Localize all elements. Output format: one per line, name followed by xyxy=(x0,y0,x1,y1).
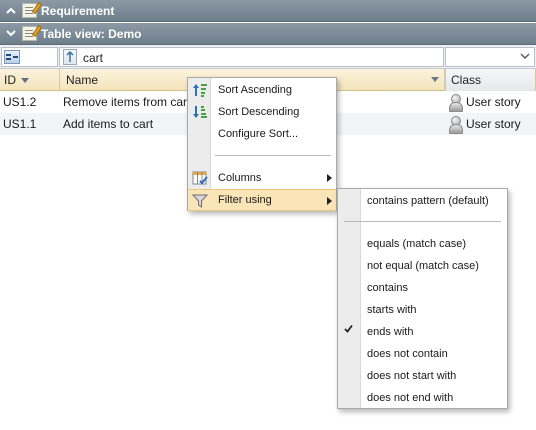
requirement-document-icon xyxy=(22,1,43,18)
row-id: US1.2 xyxy=(3,95,37,109)
menu-item-label: contains pattern (default) xyxy=(367,195,489,207)
row-class-label: User story xyxy=(466,117,521,131)
filter-option-contains[interactable]: contains xyxy=(338,277,507,299)
class-filter-dropdown[interactable] xyxy=(445,47,535,67)
row-class: User story xyxy=(448,91,521,113)
menu-item-label: equals (match case) xyxy=(367,238,467,250)
requirement-panel-header[interactable]: Requirement xyxy=(0,0,536,22)
menu-item-label: Filter using xyxy=(218,194,272,206)
column-context-menu: Sort Ascending Sort Descending Configure… xyxy=(187,77,337,211)
menu-item-label: Configure Sort... xyxy=(218,128,299,140)
id-filter-field[interactable] xyxy=(1,47,58,67)
column-menu-dropdown-icon[interactable] xyxy=(431,74,439,84)
chevron-up-icon[interactable] xyxy=(0,0,22,22)
filter-option-contains-pattern[interactable]: contains pattern (default) xyxy=(338,190,507,212)
requirement-panel-title: Requirement xyxy=(41,3,115,18)
row-name: Add items to cart xyxy=(63,117,154,131)
sort-ascending-icon xyxy=(192,82,208,98)
menu-item-label: does not contain xyxy=(367,348,448,360)
filter-option-does-not-start-with[interactable]: does not start with xyxy=(338,365,507,387)
filter-bar: cart xyxy=(0,45,536,69)
filter-option-does-not-contain[interactable]: does not contain xyxy=(338,343,507,365)
filter-mode-button[interactable] xyxy=(4,50,20,64)
user-story-icon xyxy=(448,116,463,134)
filter-option-does-not-end-with[interactable]: does not end with xyxy=(338,387,507,409)
submenu-arrow-icon xyxy=(327,174,332,182)
menu-separator xyxy=(215,155,331,156)
menu-item-filter-using[interactable]: Filter using xyxy=(188,189,336,211)
row-class-label: User story xyxy=(466,95,521,109)
menu-item-configure-sort[interactable]: Configure Sort... xyxy=(188,123,336,145)
menu-item-sort-ascending[interactable]: Sort Ascending xyxy=(188,79,336,101)
table-view-document-icon xyxy=(22,24,43,41)
column-header-name-label: Name xyxy=(66,73,99,87)
column-header-class[interactable]: Class xyxy=(445,69,536,91)
columns-icon xyxy=(192,170,208,186)
sort-descending-icon xyxy=(192,104,208,120)
name-filter-field[interactable]: cart xyxy=(59,47,444,67)
menu-item-label: Sort Ascending xyxy=(218,84,292,96)
filter-option-not-equal[interactable]: not equal (match case) xyxy=(338,255,507,277)
filter-option-equals[interactable]: equals (match case) xyxy=(338,233,507,255)
menu-item-columns[interactable]: Columns xyxy=(188,167,336,189)
menu-item-label: not equal (match case) xyxy=(367,260,479,272)
menu-item-label: Columns xyxy=(218,172,262,184)
name-filter-value: cart xyxy=(83,51,104,65)
sort-down-arrow-icon xyxy=(21,76,29,85)
menu-item-label: does not start with xyxy=(367,370,457,382)
user-story-icon xyxy=(448,94,463,112)
row-name: Remove items from cart xyxy=(63,95,191,109)
filter-option-starts-with[interactable]: starts with xyxy=(338,299,507,321)
column-header-id[interactable]: ID xyxy=(0,69,60,91)
checkmark-icon xyxy=(344,324,353,336)
chevron-down-icon[interactable] xyxy=(520,51,530,62)
menu-item-label: Sort Descending xyxy=(218,106,300,118)
filter-option-ends-with[interactable]: ends with xyxy=(338,321,507,343)
column-header-id-label: ID xyxy=(4,73,16,87)
table-view-panel-title: Table view: Demo xyxy=(41,26,142,41)
row-class: User story xyxy=(448,113,521,135)
menu-item-label: contains xyxy=(367,282,408,294)
menu-item-label: ends with xyxy=(367,326,414,338)
row-id: US1.1 xyxy=(3,117,37,131)
submenu-arrow-icon xyxy=(327,197,332,205)
filter-sort-arrow-icon[interactable] xyxy=(63,49,77,65)
menu-item-label: does not end with xyxy=(367,392,454,404)
menu-item-label: starts with xyxy=(367,304,417,316)
funnel-icon xyxy=(191,193,209,209)
filter-using-submenu: contains pattern (default) equals (match… xyxy=(337,188,508,409)
menu-separator xyxy=(344,221,501,222)
column-header-class-label: Class xyxy=(451,73,482,87)
menu-item-sort-descending[interactable]: Sort Descending xyxy=(188,101,336,123)
chevron-down-icon[interactable] xyxy=(0,23,22,45)
table-view-panel-header[interactable]: Table view: Demo xyxy=(0,23,536,45)
